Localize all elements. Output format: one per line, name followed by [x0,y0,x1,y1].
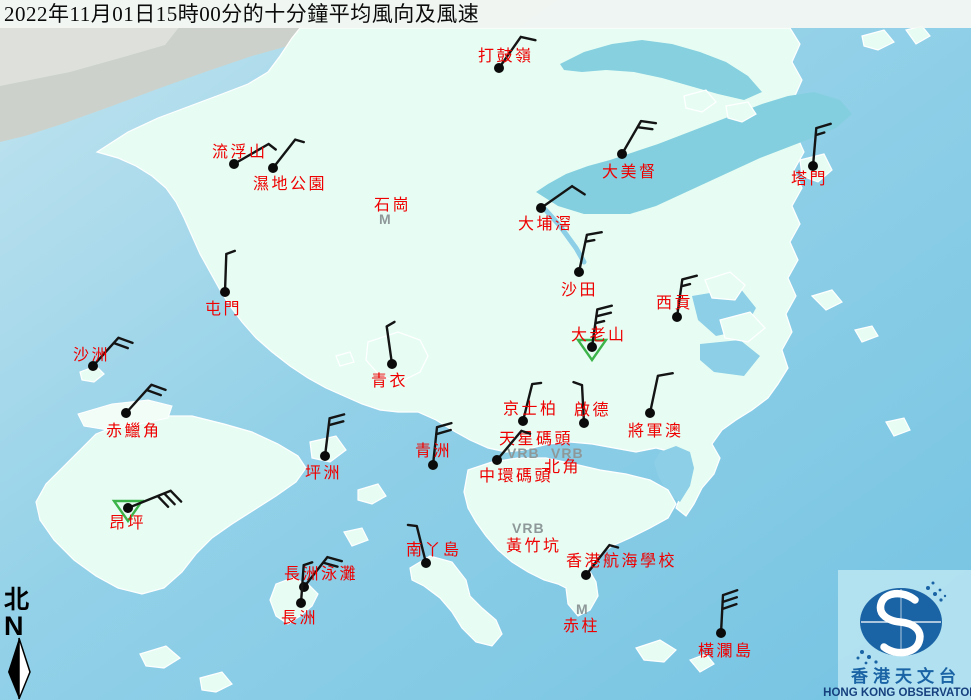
station-label: 塔門 [791,170,828,188]
wind-map-screen: 打鼓嶺流浮山濕地公園 M 石崗 大美督 塔門大埔滘沙田西貢大老山 屯門沙洲赤鱲角 青衣青洲坪… [0,0,971,700]
station-label: 京士柏 [503,400,559,418]
station-label: 青衣 [371,372,408,390]
station-label: 坪洲 [305,464,342,482]
station-dot [536,203,546,213]
station-dot [574,267,584,277]
hk-wind-map: 打鼓嶺流浮山濕地公園 M 石崗 大美督 塔門大埔滘沙田西貢大老山 屯門沙洲赤鱲角 青衣青洲坪… [0,0,971,700]
station-label: 赤柱 [563,617,600,635]
missing-data-tag: M [576,601,589,617]
station-dot [808,161,818,171]
station-dot [579,418,589,428]
station-label: 流浮山 [212,143,268,161]
station-label: 昂坪 [109,514,146,532]
station-label: 橫瀾島 [698,642,754,660]
station-label: 沙田 [561,282,598,299]
station-dot [492,455,502,465]
station-dot [121,408,131,418]
station-dot [387,359,397,369]
station-label: 長洲 [281,609,318,627]
station-label: 大埔滘 [518,215,574,233]
logo-name-en: HONG KONG OBSERVATORY [823,687,971,699]
station-label: 西貢 [656,295,693,312]
variable-wind-tag: VRB [512,520,545,536]
station-dot [645,408,655,418]
station-label: 香港航海學校 [566,552,677,570]
map-title: 2022年11月01日15時00分的十分鐘平均風向及風速 [4,2,479,26]
station-label: 長洲泳灘 [284,565,358,583]
station-label: 青洲 [415,442,452,460]
station-dot [123,503,133,513]
station-label: 屯門 [205,300,242,318]
station-dot [581,570,591,580]
station-dot [299,582,309,592]
hko-logo: 香港天文台 HONG KONG OBSERVATORY [823,570,971,700]
station-label: 石崗 [374,196,411,214]
compass-north-letter: N [4,611,24,641]
station-dot [421,558,431,568]
station-dot [428,460,438,470]
station-label: 黃竹坑 [506,537,562,555]
station-label: 濕地公園 [253,175,327,193]
station-dot [320,451,330,461]
station-label: 北角 [544,458,581,476]
station-dot [716,628,726,638]
station-label: 大美督 [602,163,658,181]
compass-north-cjk: 北 [4,586,29,614]
station-dot [617,149,627,159]
station-label: 將軍澳 [628,422,684,440]
station-label: 打鼓嶺 [478,47,534,65]
station-label: 啟德 [574,401,611,419]
station-dot [296,598,306,608]
station-label: 南丫島 [406,541,462,559]
logo-name-cjk: 香港天文台 [851,666,961,686]
station-dot [672,312,682,322]
station-dot [268,163,278,173]
station-dot [220,287,230,297]
station-label: 沙洲 [73,347,110,364]
station-label: 赤鱲角 [106,422,162,440]
station-label: 中環碼頭 [479,467,553,485]
station-label: 大老山 [571,326,627,344]
